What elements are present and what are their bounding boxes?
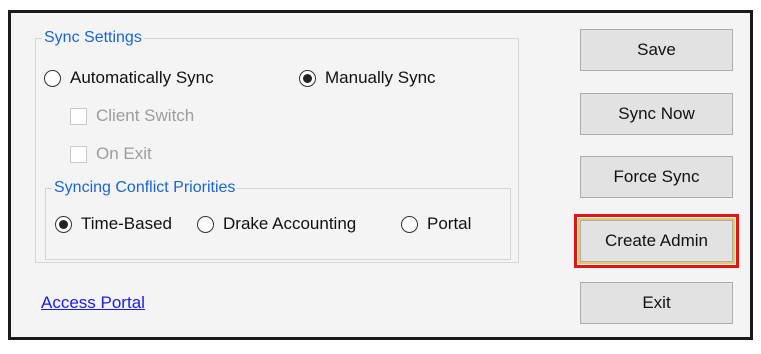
checkbox-on-exit-label: On Exit bbox=[96, 144, 152, 163]
radio-automatically-sync[interactable]: Automatically Sync bbox=[44, 68, 214, 88]
create-admin-button[interactable]: Create Admin bbox=[574, 214, 739, 268]
checkbox-on-exit[interactable]: On Exit bbox=[70, 144, 152, 164]
sync-settings-title: Sync Settings bbox=[42, 29, 144, 47]
radio-manually-sync-label: Manually Sync bbox=[325, 68, 436, 87]
radio-drake-accounting[interactable]: Drake Accounting bbox=[197, 214, 356, 234]
radio-automatically-sync-label: Automatically Sync bbox=[70, 68, 214, 87]
sync-settings-window: Sync Settings Automatically Sync Manuall… bbox=[8, 10, 753, 340]
radio-selected-icon bbox=[55, 215, 72, 233]
sync-now-button[interactable]: Sync Now bbox=[580, 93, 733, 135]
checkbox-icon bbox=[70, 145, 87, 163]
radio-portal-label: Portal bbox=[427, 214, 472, 233]
conflict-priorities-title: Syncing Conflict Priorities bbox=[52, 179, 238, 197]
radio-unselected-icon bbox=[197, 215, 214, 233]
radio-unselected-icon bbox=[44, 69, 61, 87]
access-portal-link[interactable]: Access Portal bbox=[41, 293, 145, 313]
checkbox-icon bbox=[70, 107, 87, 125]
sync-settings-group: Sync Settings Automatically Sync Manuall… bbox=[35, 29, 519, 263]
checkbox-client-switch[interactable]: Client Switch bbox=[70, 106, 194, 126]
checkbox-client-switch-label: Client Switch bbox=[96, 106, 195, 125]
radio-selected-icon bbox=[299, 69, 316, 87]
radio-drake-accounting-label: Drake Accounting bbox=[223, 214, 357, 233]
radio-unselected-icon bbox=[401, 215, 418, 233]
radio-time-based-label: Time-Based bbox=[81, 214, 173, 233]
save-button[interactable]: Save bbox=[580, 29, 733, 71]
conflict-priorities-group: Syncing Conflict Priorities Time-Based D… bbox=[45, 179, 511, 260]
force-sync-button[interactable]: Force Sync bbox=[580, 156, 733, 198]
exit-button[interactable]: Exit bbox=[580, 282, 733, 324]
radio-portal[interactable]: Portal bbox=[401, 214, 471, 234]
radio-manually-sync[interactable]: Manually Sync bbox=[299, 68, 436, 88]
radio-time-based[interactable]: Time-Based bbox=[55, 214, 172, 234]
